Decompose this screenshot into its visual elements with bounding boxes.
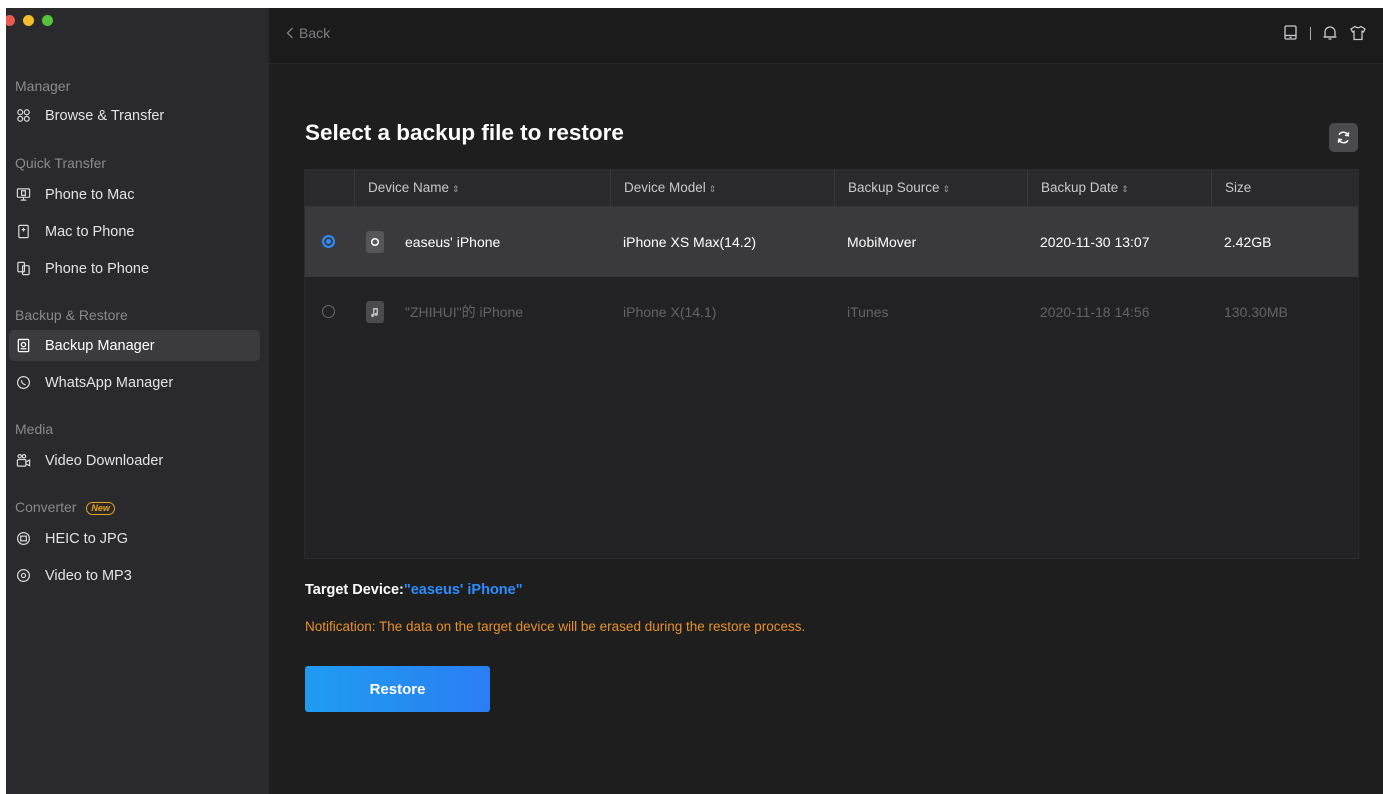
cell-device-model: iPhone X(14.1) [623,304,717,320]
sidebar-item-label: HEIC to JPG [45,530,128,547]
sidebar-item-label: Browse & Transfer [45,107,165,124]
row-radio[interactable] [322,305,335,318]
table-header: Device Name ⇕ Device Model ⇕ Backup Source… [305,170,1358,207]
sort-icon: ⇕ [452,184,460,194]
column-size: Size [1211,170,1358,206]
sidebar-item-label: Phone to Phone [45,260,150,277]
section-media: Media [15,421,54,437]
column-backup-date[interactable]: Backup Date ⇕ [1027,170,1211,206]
minimize-window-button[interactable] [23,15,34,26]
column-backup-source[interactable]: Backup Source ⇕ [834,170,1027,206]
chevron-left-icon [286,27,293,39]
window-controls [6,15,53,26]
bell-icon[interactable] [1321,24,1339,42]
new-badge: New [86,501,115,515]
erase-notification: Notification: The data on the target dev… [305,619,806,634]
sidebar-item-label: Phone to Mac [45,186,135,203]
sidebar-item-phone-to-mac[interactable]: Phone to Mac [9,179,260,210]
section-converter-label: Converter [15,499,77,515]
sidebar-item-backup-manager[interactable]: Backup Manager [9,330,260,361]
column-label: Backup Date [1041,180,1119,195]
video-camera-icon [15,453,31,469]
sidebar-item-whatsapp-manager[interactable]: WhatsApp Manager [9,367,260,398]
phone-to-mac-icon [15,187,31,203]
close-window-button[interactable] [6,15,15,26]
sort-icon: ⇕ [1121,184,1129,194]
section-quick-transfer: Quick Transfer [15,155,107,171]
cell-backup-source: MobiMover [847,234,917,250]
grid-icon [15,108,31,124]
cell-backup-date: 2020-11-30 13:07 [1040,234,1150,250]
sidebar-item-label: Video Downloader [45,452,164,469]
cell-size: 130.30MB [1224,304,1288,320]
target-device-label: Target Device: [305,582,404,598]
sidebar-item-mac-to-phone[interactable]: Mac to Phone [9,216,260,247]
target-device-name: "easeus' iPhone" [403,582,523,598]
column-label: Size [1225,180,1252,195]
back-button[interactable]: Back [286,25,330,41]
table-row[interactable]: easeus' iPhone iPhone XS Max(14.2) MobiM… [305,207,1358,277]
cell-size: 2.42GB [1224,234,1272,250]
column-label: Backup Source [848,180,940,195]
page-title: Select a backup file to restore [305,120,624,145]
app-window: Manager Browse & Transfer Quick Transfer… [6,8,1383,794]
top-bar: Back [269,8,1383,64]
top-right-toolbar [1282,24,1367,42]
row-radio-selected[interactable] [322,235,335,248]
sidebar: Manager Browse & Transfer Quick Transfer… [6,8,269,794]
sort-icon: ⇕ [708,184,717,194]
backup-file-icon [366,231,384,253]
cell-device-model: iPhone XS Max(14.2) [623,234,757,250]
image-convert-icon [15,531,31,547]
zoom-window-button[interactable] [42,15,53,26]
sidebar-item-heic-to-jpg[interactable]: HEIC to JPG [9,523,260,554]
sidebar-item-label: WhatsApp Manager [45,374,174,391]
back-label: Back [299,25,331,41]
column-device-name[interactable]: Device Name ⇕ [354,170,610,206]
column-label: Device Model [624,180,706,195]
music-note-icon [366,301,384,323]
backup-manager-icon [15,338,31,354]
section-converter: Converter New [15,499,115,515]
sidebar-item-video-to-mp3[interactable]: Video to MP3 [9,560,260,591]
sidebar-item-video-downloader[interactable]: Video Downloader [9,445,260,476]
backup-table: Device Name ⇕ Device Model ⇕ Backup Source… [304,169,1359,559]
sidebar-item-browse-transfer[interactable]: Browse & Transfer [9,100,260,131]
target-device: Target Device:"easeus' iPhone" [305,582,523,598]
toolbar-divider [1310,26,1311,40]
audio-convert-icon [15,568,31,584]
phone-to-phone-icon [15,261,31,277]
refresh-button[interactable] [1329,123,1358,152]
column-device-model[interactable]: Device Model ⇕ [610,170,834,206]
sidebar-item-label: Backup Manager [45,337,155,354]
table-row[interactable]: "ZHIHUI"的 iPhone iPhone X(14.1) iTunes 2… [305,277,1358,347]
section-manager: Manager [15,78,71,94]
sort-icon: ⇕ [942,184,951,194]
column-label: Device Name [368,180,450,195]
cell-device-name: "ZHIHUI"的 iPhone [405,304,524,320]
refresh-icon [1337,131,1350,144]
sidebar-item-phone-to-phone[interactable]: Phone to Phone [9,253,260,284]
device-icon[interactable] [1282,24,1300,42]
section-backup-restore: Backup & Restore [15,307,128,323]
whatsapp-icon [15,375,31,391]
cell-device-name: easeus' iPhone [405,234,501,250]
cell-backup-date: 2020-11-18 14:56 [1040,304,1150,320]
restore-button[interactable]: Restore [305,666,490,712]
sidebar-item-label: Video to MP3 [45,567,132,584]
tshirt-icon[interactable] [1349,24,1367,42]
main-content: Back Select a backup file to restore Dev… [269,8,1383,794]
cell-backup-source: iTunes [847,304,889,320]
sidebar-item-label: Mac to Phone [45,223,135,240]
mac-to-phone-icon [15,224,31,240]
